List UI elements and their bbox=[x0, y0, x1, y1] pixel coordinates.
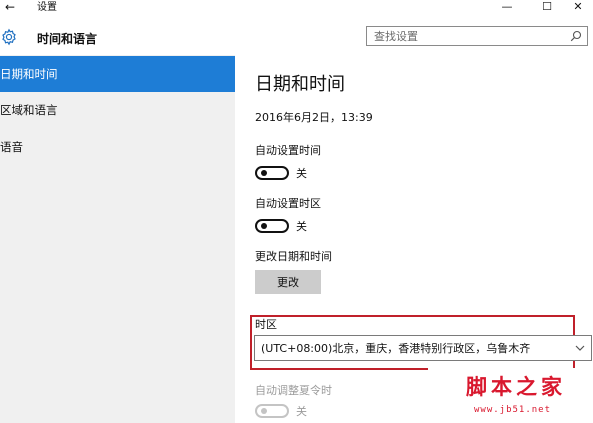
auto-time-toggle[interactable] bbox=[255, 166, 289, 180]
back-button[interactable]: ← bbox=[5, 0, 15, 14]
search-icon[interactable] bbox=[570, 30, 582, 42]
minimize-button[interactable]: — bbox=[492, 0, 522, 16]
change-button[interactable]: 更改 bbox=[255, 270, 321, 294]
sidebar-item-date-time[interactable]: 日期和时间 bbox=[0, 56, 235, 92]
sidebar-item-label: 语音 bbox=[0, 140, 23, 154]
sidebar: 日期和时间 区域和语言 语音 bbox=[0, 55, 235, 423]
chevron-down-icon bbox=[575, 345, 585, 351]
maximize-button[interactable]: ☐ bbox=[532, 0, 562, 16]
change-datetime-label: 更改日期和时间 bbox=[255, 250, 332, 263]
auto-time-state: 关 bbox=[296, 167, 307, 180]
page-header: 时间和语言 查找设置 bbox=[0, 17, 593, 55]
watermark-title: 脚本之家 bbox=[466, 374, 566, 399]
window-title: 设置 bbox=[37, 2, 57, 13]
sidebar-item-speech[interactable]: 语音 bbox=[0, 129, 235, 165]
search-placeholder: 查找设置 bbox=[374, 30, 418, 43]
sidebar-item-label: 区域和语言 bbox=[0, 103, 58, 117]
auto-timezone-label: 自动设置时区 bbox=[255, 197, 321, 210]
dst-label: 自动调整夏令时 bbox=[255, 384, 332, 397]
dst-state: 关 bbox=[296, 405, 307, 418]
close-button[interactable]: ✕ bbox=[563, 0, 593, 16]
auto-time-label: 自动设置时间 bbox=[255, 144, 321, 157]
auto-timezone-toggle[interactable] bbox=[255, 219, 289, 233]
timezone-label: 时区 bbox=[255, 318, 277, 331]
timezone-select[interactable]: (UTC+08:00)北京，重庆，香港特别行政区，乌鲁木齐 bbox=[254, 335, 592, 361]
current-datetime: 2016年6月2日，13:39 bbox=[255, 111, 373, 124]
timezone-value: (UTC+08:00)北京，重庆，香港特别行政区，乌鲁木齐 bbox=[261, 342, 531, 355]
toggle-knob bbox=[261, 223, 267, 229]
sidebar-item-label: 日期和时间 bbox=[0, 67, 58, 81]
gear-icon bbox=[2, 28, 16, 46]
toggle-knob bbox=[261, 170, 267, 176]
toggle-knob bbox=[261, 408, 267, 414]
app-title: 时间和语言 bbox=[37, 32, 98, 46]
sidebar-item-region-language[interactable]: 区域和语言 bbox=[0, 92, 235, 128]
title-bar: ← 设置 — ☐ ✕ bbox=[0, 0, 593, 17]
watermark-url: www.jb51.net bbox=[474, 405, 552, 415]
auto-timezone-state: 关 bbox=[296, 220, 307, 233]
dst-toggle[interactable] bbox=[255, 404, 289, 418]
search-input[interactable]: 查找设置 bbox=[366, 26, 588, 46]
page-title: 日期和时间 bbox=[255, 74, 345, 95]
